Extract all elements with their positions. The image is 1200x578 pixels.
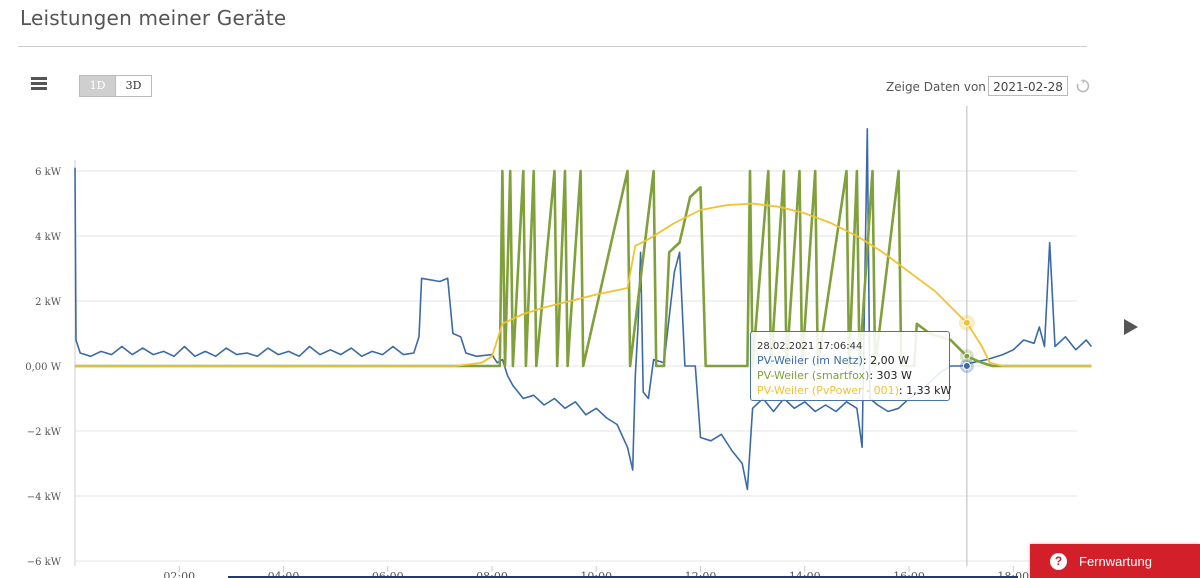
tooltip-row-netz: PV-Weiler (im Netz): 2,00 W (757, 354, 909, 367)
chart-series (74, 128, 1093, 491)
y-tick-label: 4 kW (35, 232, 62, 243)
y-tick-label: 0,00 W (25, 362, 61, 373)
power-chart: 6 kW 4 kW 2 kW 0,00 W −2 kW −4 kW −6 kW 02:00 0… (25, 106, 1093, 578)
fernwartung-button[interactable]: ? Fernwartung (1030, 544, 1200, 578)
next-arrow-icon[interactable] (1124, 319, 1138, 335)
question-icon: ? (1050, 552, 1067, 570)
y-tick-label: −2 kW (27, 427, 62, 438)
y-tick-label: −6 kW (27, 557, 62, 568)
marker-smartfox (963, 352, 971, 360)
chart-tooltip: 28.02.2021 17:06:44 PV-Weiler (im Netz):… (750, 331, 952, 401)
tooltip-row-smartfox: PV-Weiler (smartfox): 303 W (757, 369, 912, 382)
tooltip-row-pvpower: PV-Weiler (PvPower - 001): 1,33 kW (757, 384, 952, 397)
marker-pvpower (962, 318, 971, 327)
y-tick-label: 2 kW (35, 297, 62, 308)
tooltip-time: 28.02.2021 17:06:44 (757, 341, 863, 352)
marker-im-netz (962, 362, 971, 370)
y-axis: 6 kW 4 kW 2 kW 0,00 W −2 kW −4 kW −6 kW (25, 160, 76, 568)
x-tick-label: 02:00 (163, 570, 195, 578)
y-tick-label: 6 kW (35, 167, 62, 178)
fernwartung-label: Fernwartung (1079, 553, 1152, 569)
y-tick-label: −4 kW (27, 492, 62, 503)
